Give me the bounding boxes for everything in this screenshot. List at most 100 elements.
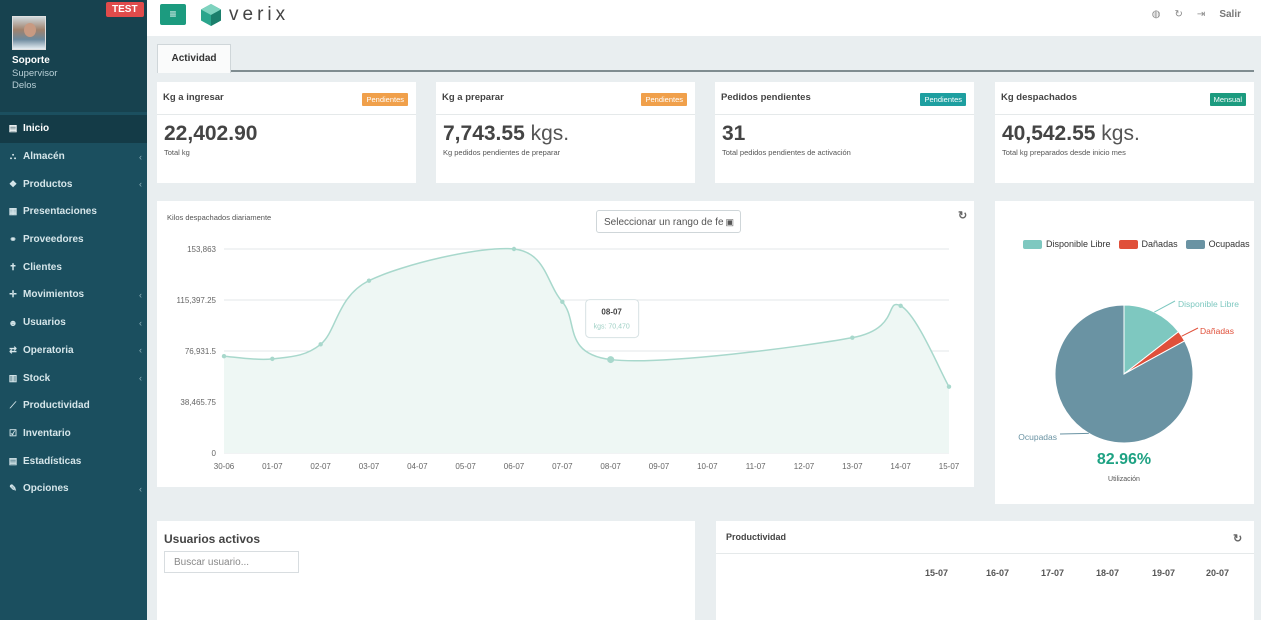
chevron-left-icon: ‹ [139,483,142,494]
chevron-left-icon: ‹ [139,373,142,384]
topbar: ≡ verix ◍ ↻ ⇥ Salir [147,0,1261,36]
sidebar-item-productividad[interactable]: ⟋ Productividad [0,392,147,420]
sidebar-item-presentaciones[interactable]: ▦ Presentaciones [0,198,147,226]
stat-card: Kg a ingresar Pendientes 22,402.90 Total… [157,82,416,183]
productivity-date: 17-07 [1041,568,1065,578]
chevron-left-icon: ‹ [139,289,142,300]
sidebar-item-label: Movimientos [23,289,85,301]
x-tick-label: 12-07 [794,462,815,471]
status-badge: Pendientes [641,93,687,106]
x-tick-label: 10-07 [697,462,718,471]
stat-subtitle: Total pedidos pendientes de activación [722,148,851,157]
line-chart-icon: ⟋ [9,400,17,411]
sidebar-item-clientes[interactable]: ✝ Clientes [0,253,147,281]
x-tick-label: 05-07 [455,462,476,471]
sidebar-item-movimientos[interactable]: ✛ Movimientos ‹ [0,281,147,309]
productivity-date: 18-07 [1096,568,1120,578]
sidebar-item-label: Stock [23,372,51,384]
data-point [318,342,323,347]
user-search-input[interactable]: Buscar usuario... [164,551,299,573]
x-tick-label: 14-07 [890,462,911,471]
tab-bar: Actividad [157,42,1254,73]
active-users-title: Usuarios activos [164,532,261,546]
data-point [898,303,903,309]
sidebar-item-label: Clientes [23,261,62,273]
logout-icon[interactable]: ⇥ [1197,9,1205,20]
sidebar-item-inicio[interactable]: ▤ Inicio [0,115,147,143]
y-tick-label: 76,931.5 [185,347,217,356]
sidebar-item-stock[interactable]: ▥ Stock ‹ [0,364,147,392]
tab-actividad[interactable]: Actividad [157,44,231,73]
productivity-refresh-icon[interactable]: ↻ [1233,532,1242,545]
sidebar-item-estadisticas[interactable]: ▤ Estadísticas [0,447,147,475]
user-company: Delos [12,80,37,91]
sidebar-nav: ▤ Inicio ⛬ Almacén ‹ ❖ Productos ‹ ▦ Presentacion… [0,115,147,503]
bar-chart-icon: ▤ [8,455,18,466]
avatar[interactable] [12,16,46,50]
y-tick-label: 38,465.75 [180,398,216,407]
chevron-left-icon: ‹ [139,317,142,328]
y-tick-label: 153,863 [187,245,216,254]
sidebar-item-label: Operatoria [23,344,74,356]
stat-title: Pedidos pendientes [721,92,811,103]
refresh-icon[interactable]: ↻ [1175,9,1183,20]
logout-button[interactable]: Salir [1219,9,1241,20]
database-icon: ▥ [8,372,18,383]
x-tick-label: 01-07 [262,462,283,471]
chevron-left-icon: ‹ [139,179,142,190]
stat-number: 40,542.55 [1002,122,1096,145]
pie-slice-label: Dañadas [1200,326,1234,336]
stat-title: Kg despachados [1001,92,1078,103]
cubes-icon: ❖ [8,178,18,189]
utilization-caption: Utilización [1108,476,1140,483]
stat-value: 31 [722,122,745,146]
x-tick-label: 09-07 [649,462,670,471]
menu-toggle-button[interactable]: ≡ [160,4,186,25]
status-badge: Mensual [1209,93,1246,106]
pie-slice-label: Ocupadas [1018,432,1057,442]
sidebar-item-proveedores[interactable]: ⚭ Proveedores [0,226,147,254]
pie-label-line [1181,327,1199,337]
y-tick-label: 115,397.25 [177,296,217,305]
bar-chart-icon: ▤ [8,123,18,134]
x-tick-label: 15-07 [939,462,960,471]
user-block: TEST Soporte Supervisor Delos [0,0,147,112]
x-tick-label: 08-07 [600,462,621,471]
sidebar-item-usuarios[interactable]: ☻ Usuarios ‹ [0,309,147,337]
stat-unit: kgs. [530,122,570,145]
data-point [366,278,372,283]
data-point [221,354,227,359]
pie-label-line [1059,432,1089,435]
productivity-date: 16-07 [986,568,1010,578]
user-icon: ✝ [9,261,17,272]
x-tick-label: 07-07 [552,462,573,471]
sidebar-item-opciones[interactable]: ✎ Opciones ‹ [0,475,147,503]
sidebar-item-label: Productividad [23,400,90,412]
handshake-icon: ⚭ [9,234,17,245]
box-icon: ▦ [8,206,18,217]
productivity-date: 20-07 [1206,568,1230,578]
sidebar-item-label: Usuarios [23,317,66,329]
stat-value: 7,743.55 kgs. [443,122,569,146]
sidebar-item-operatoria[interactable]: ⇄ Operatoria ‹ [0,337,147,365]
data-point [270,356,275,362]
sidebar: TEST Soporte Supervisor Delos ▤ Inicio ⛬ Al… [0,0,147,620]
line-chart: 0 38,465.75 76,931.5 115,397.25 153,863 30-06… [177,245,960,471]
sidebar-item-label: Opciones [23,483,69,495]
sidebar-item-almacen[interactable]: ⛬ Almacén ‹ [0,143,147,171]
productivity-date: 15-07 [925,568,949,578]
globe-icon[interactable]: ◍ [1152,9,1161,20]
sidebar-item-productos[interactable]: ❖ Productos ‹ [0,170,147,198]
x-tick-label: 13-07 [842,462,863,471]
stat-title: Kg a preparar [442,92,504,103]
tooltip-label: 08-07 [601,308,622,317]
stat-card: Pedidos pendientes Pendientes 31 Total p… [715,82,974,183]
stat-subtitle: Kg pedidos pendientes de preparar [443,148,561,157]
data-point [511,246,517,252]
data-point [560,299,565,305]
chevron-left-icon: ‹ [139,345,142,356]
sidebar-item-inventario[interactable]: ☑ Inventario [0,420,147,448]
x-tick-label: 02-07 [310,462,331,471]
stat-unit: kgs. [1101,122,1140,145]
pie-chart: Disponible Libre Dañadas Ocupadas 82.96% Uti… [1018,299,1239,483]
